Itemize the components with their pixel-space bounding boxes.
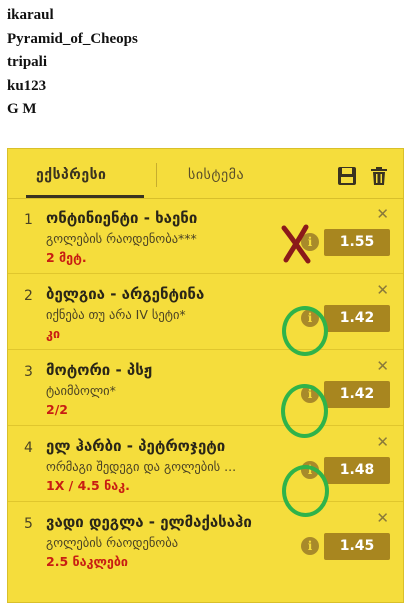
bet-item: 1 ონტინიენტი - ხაენი გოლების რაოდენობა**… [8,199,403,274]
username: G M [7,101,37,117]
bet-item: 2 ბელგია - არგენტინა იქნება თუ არა IV სე… [8,275,403,350]
bet-item: 5 ვადი დეგლა - ელმაქასაჰი გოლების რაოდენ… [8,503,403,578]
bet-pick: 2/2 [46,402,68,417]
odds-badge[interactable]: 1.42 [324,305,390,332]
info-icon[interactable]: i [301,461,319,479]
close-icon[interactable]: ✕ [376,509,389,527]
odds-badge[interactable]: 1.55 [324,229,390,256]
close-icon[interactable]: ✕ [376,205,389,223]
username: tripali [7,54,47,70]
bet-item: 4 ელ ჰარბი - პეტროჯეტი ორმაგი შედეგი და … [8,427,403,502]
info-icon[interactable]: i [301,537,319,555]
bet-market: გოლების რაოდენობა [46,535,179,550]
save-icon[interactable] [336,165,358,187]
bet-number: 4 [24,440,33,456]
close-icon[interactable]: ✕ [376,357,389,375]
info-icon[interactable]: i [301,385,319,403]
bet-number: 3 [24,364,33,380]
bet-match: ბელგია - არგენტინა [46,285,205,303]
trash-icon[interactable] [368,165,390,187]
info-icon[interactable]: i [301,233,319,251]
odds-badge[interactable]: 1.48 [324,457,390,484]
bet-match: მოტორი - პსჟ [46,361,153,379]
bet-number: 2 [24,288,33,304]
bet-match: ონტინიენტი - ხაენი [46,209,198,227]
bet-match: ვადი დეგლა - ელმაქასაჰი [46,513,252,531]
bet-number: 5 [24,516,33,532]
bet-pick: 2.5 ნაკლები [46,554,128,569]
bet-market: იქნება თუ არა IV სეტი* [46,307,186,322]
bet-pick: 1X / 4.5 ნაკ. [46,478,130,493]
odds-badge[interactable]: 1.42 [324,381,390,408]
bet-number: 1 [24,212,33,228]
odds-badge[interactable]: 1.45 [324,533,390,560]
username: ikaraul [7,7,54,23]
tab-system[interactable]: სისტემა [188,167,244,183]
bet-market: გოლების რაოდენობა*** [46,231,197,246]
bet-item: 3 მოტორი - პსჟ ტაიმბოლი* 2/2 ✕ i 1.42 [8,351,403,426]
tab-divider [156,163,157,187]
bet-market: ორმაგი შედეგი და გოლების ... [46,459,237,474]
close-icon[interactable]: ✕ [376,281,389,299]
close-icon[interactable]: ✕ [376,433,389,451]
info-icon[interactable]: i [301,309,319,327]
bet-pick: კი [46,326,60,341]
bet-slip-panel: ექსპრესი სისტემა 1 ონტინიენტი - ხაენი გო… [7,148,404,603]
username: Pyramid_of_Cheops [7,30,138,47]
bet-slip-tabs: ექსპრესი სისტემა [8,149,403,199]
bet-match: ელ ჰარბი - პეტროჯეტი [46,437,226,455]
username: ku123 [7,77,47,94]
tab-express[interactable]: ექსპრესი [36,167,106,183]
bet-market: ტაიმბოლი* [46,383,116,398]
bet-pick: 2 მეტ. [46,250,87,265]
username-list: ikaraul Pyramid_of_Cheops tripali ku123 … [7,4,138,122]
